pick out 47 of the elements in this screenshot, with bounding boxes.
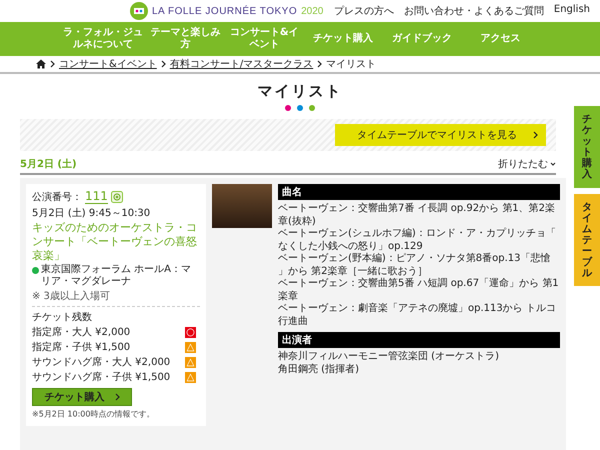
buy-ticket-button[interactable]: チケット購入 xyxy=(32,388,132,406)
program-item: ベートーヴェン：交響曲第7番 イ長調 op.92から 第1、第2楽章(抜粋) xyxy=(278,203,556,228)
age-note: ※ 3歳以上入場可 xyxy=(32,290,111,304)
side-tab[interactable]: タイムテーブル xyxy=(574,194,600,286)
ticket-type: サウンドハグ席・子供 ¥1,500 xyxy=(32,370,170,384)
chevron-icon xyxy=(114,393,120,402)
availability-mark: ○ xyxy=(185,326,196,338)
program-item: ベートーヴェン：交響曲第5番 ハ短調 op.67「運命」から 第1楽章 xyxy=(278,278,560,302)
breadcrumb-link[interactable]: コンサート&イベント xyxy=(59,57,157,71)
venue-name: 東京国際フォーラム ホールA：マリア・マグダレーナ xyxy=(41,264,192,288)
performance-time: 5月2日 (土) 9:45～10:30 xyxy=(32,206,152,220)
collapse-toggle[interactable]: 折りたたむ xyxy=(498,157,556,171)
home-icon[interactable] xyxy=(36,59,46,69)
chevron-icon xyxy=(50,60,55,68)
side-tab[interactable]: チケット購入 xyxy=(574,106,600,188)
timetable-button[interactable]: タイムテーブルでマイリストを見る xyxy=(335,124,546,146)
availability-mark: △ xyxy=(185,372,196,383)
availability-mark: △ xyxy=(185,356,196,368)
chevron-down-icon xyxy=(550,162,556,166)
ticket-type: 指定席・子供 ¥1,500 xyxy=(32,340,130,354)
program-item: ベートーヴェン(シュルホフ編)：ロンド・ア・カプリッチョ「なくした小銭への怒り」op.129 xyxy=(278,228,557,252)
program-item: ベートーヴェン(野本編)：ピアノ・ソナタ第8番op.13「悲愴」から 第2楽章［一緒に歌おう］ xyxy=(278,253,552,278)
performer: 角田鋼亮 (指揮者) xyxy=(278,364,360,376)
logo-year: 2020 xyxy=(301,6,324,16)
chevron-icon xyxy=(160,60,166,68)
chevron-icon xyxy=(533,131,538,139)
ticket-type: 指定席・大人 ¥2,000 xyxy=(32,326,130,340)
breadcrumb-link[interactable]: 有料コンサート/マスタークラス xyxy=(170,57,314,71)
logo-text: LA FOLLE JOURNÉE TOKYO xyxy=(152,6,298,16)
number-label: 公演番号： xyxy=(32,190,82,204)
page-title: マイリスト xyxy=(256,82,344,101)
header-link[interactable]: プレスの方へ xyxy=(334,4,394,18)
program-heading: 曲名 xyxy=(278,184,560,200)
availability-mark: △ xyxy=(185,342,196,353)
date-heading: 5月2日 (土) xyxy=(20,158,77,171)
program-item: ベートーヴェン：劇音楽「アテネの廃墟」op.113から トルコ行進曲 xyxy=(278,303,557,328)
tickets-label: チケット残数 xyxy=(32,310,93,324)
mylist-icon[interactable] xyxy=(110,190,123,202)
info-footnote: ※5月2日 10:00時点の情報です。 xyxy=(32,408,156,420)
chevron-icon xyxy=(317,60,322,68)
header-link[interactable]: お問い合わせ・よくあるご質問 xyxy=(404,4,544,18)
performer: 神奈川フィルハーモニー管弦楽団 (オーケストラ) xyxy=(278,351,500,364)
header-link[interactable]: English xyxy=(554,4,590,18)
photo-placeholder xyxy=(212,184,272,228)
performers-heading: 出演者 xyxy=(278,332,560,348)
breadcrumb-current: マイリスト xyxy=(326,58,376,71)
ticket-type: サウンドハグ席・大人 ¥2,000 xyxy=(32,356,170,370)
